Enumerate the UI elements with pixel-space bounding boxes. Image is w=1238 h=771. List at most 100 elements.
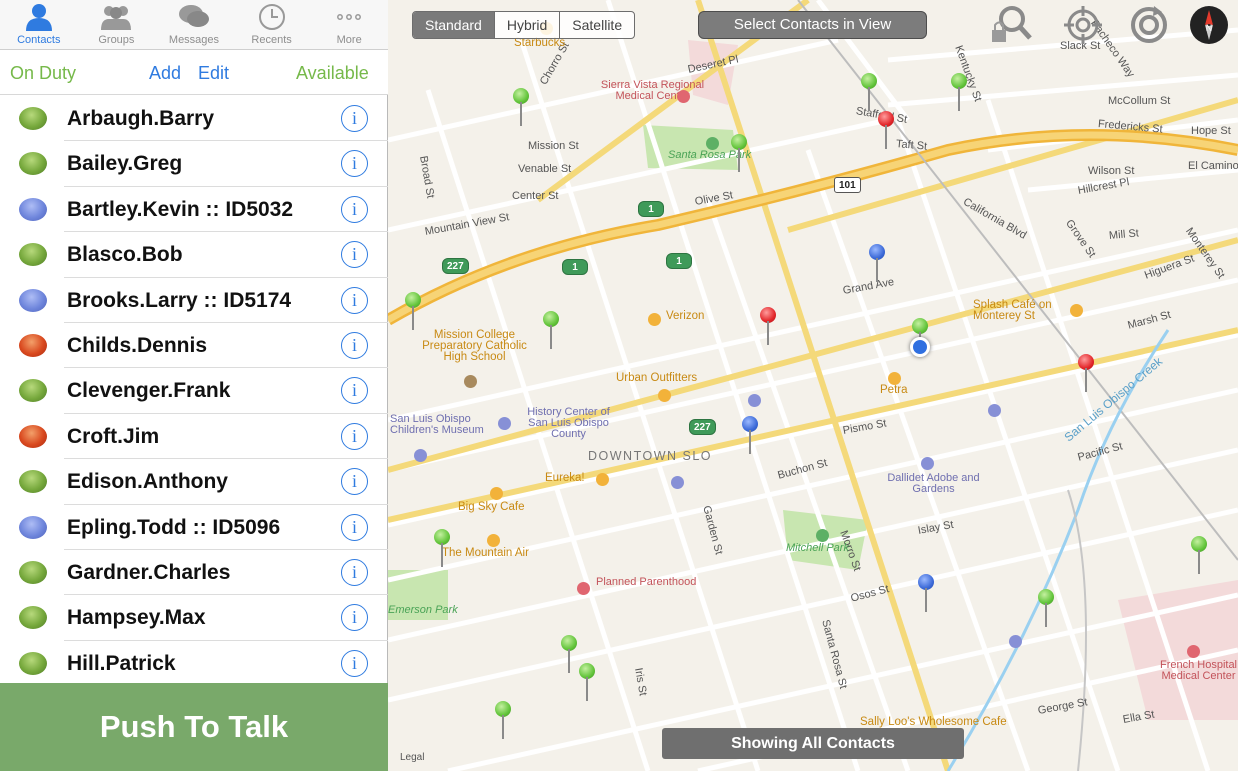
poi-marker-icon[interactable]: [677, 90, 690, 103]
contact-row[interactable]: Gardner.Charles i: [0, 550, 388, 596]
contact-pin-blue[interactable]: [918, 574, 934, 614]
poi-label[interactable]: Mitchell Park: [786, 543, 849, 554]
poi-label[interactable]: History Center of San Luis Obispo County: [516, 407, 621, 440]
poi-marker-icon[interactable]: [490, 487, 503, 500]
info-icon[interactable]: i: [341, 377, 368, 405]
poi-marker-icon[interactable]: [487, 534, 500, 547]
poi-marker-icon[interactable]: [414, 449, 427, 462]
contact-row[interactable]: Clevenger.Frank i: [0, 368, 388, 415]
contact-pin-blue[interactable]: [869, 244, 885, 284]
poi-label[interactable]: Dallidet Adobe and Gardens: [881, 473, 986, 495]
poi-marker-icon[interactable]: [1009, 635, 1022, 648]
select-contacts-in-view-button[interactable]: Select Contacts in View: [698, 11, 927, 39]
poi-label[interactable]: The Mountain Air: [442, 547, 529, 559]
contact-row[interactable]: Epling.Todd :: ID5096 i: [0, 505, 388, 551]
poi-label[interactable]: French Hospital Medical Center: [1146, 660, 1238, 682]
poi-marker-icon[interactable]: [498, 417, 511, 430]
poi-label[interactable]: Starbucks: [514, 37, 565, 49]
compass-icon[interactable]: N: [1187, 4, 1231, 46]
contact-pin-green[interactable]: [1038, 589, 1054, 629]
info-icon[interactable]: i: [341, 558, 368, 586]
on-duty-filter[interactable]: On Duty: [10, 63, 76, 84]
map-view[interactable]: Chorro St Deseret Pl Mission St Venable St C…: [388, 0, 1238, 771]
add-button[interactable]: Add: [149, 63, 181, 84]
legal-link[interactable]: Legal: [400, 752, 424, 763]
poi-marker-icon[interactable]: [748, 394, 761, 407]
poi-marker-icon[interactable]: [577, 582, 590, 595]
tab-groups[interactable]: Groups: [78, 0, 156, 49]
tab-contacts[interactable]: Contacts: [0, 0, 78, 49]
poi-label[interactable]: Sally Loo's Wholesome Cafe: [860, 716, 1007, 728]
contact-pin-green[interactable]: [513, 88, 529, 128]
contact-pin-green[interactable]: [731, 134, 747, 174]
contact-pin-green[interactable]: [579, 663, 595, 703]
tab-messages[interactable]: Messages: [155, 0, 233, 49]
info-icon[interactable]: i: [341, 649, 368, 677]
info-icon[interactable]: i: [341, 468, 368, 496]
lock-search-icon[interactable]: [988, 4, 1034, 46]
contact-row[interactable]: Blasco.Bob i: [0, 232, 388, 278]
info-icon[interactable]: i: [341, 150, 368, 178]
contact-row[interactable]: Bartley.Kevin :: ID5032 i: [0, 187, 388, 233]
contact-pin-green[interactable]: [543, 311, 559, 351]
info-icon[interactable]: i: [341, 105, 368, 132]
contact-row[interactable]: Brooks.Larry :: ID5174 i: [0, 278, 388, 324]
poi-marker-icon[interactable]: [1187, 645, 1200, 658]
poi-marker-icon[interactable]: [888, 372, 901, 385]
poi-label[interactable]: Eureka!: [545, 472, 585, 484]
contact-pin-red[interactable]: [760, 307, 776, 347]
poi-marker-icon[interactable]: [596, 473, 609, 486]
poi-label[interactable]: Urban Outfitters: [616, 372, 697, 384]
contact-row[interactable]: Hampsey.Max i: [0, 595, 388, 642]
contact-pin-green[interactable]: [434, 529, 450, 569]
tab-recents[interactable]: Recents: [233, 0, 311, 49]
poi-label[interactable]: Verizon: [666, 310, 704, 322]
contact-row[interactable]: Arbaugh.Barry i: [0, 96, 388, 142]
info-icon[interactable]: i: [341, 604, 368, 632]
refresh-icon[interactable]: [1126, 4, 1172, 46]
contact-pin-green[interactable]: [405, 292, 421, 332]
poi-label[interactable]: Planned Parenthood: [596, 577, 701, 588]
info-icon[interactable]: i: [341, 513, 368, 541]
contact-row[interactable]: Croft.Jim i: [0, 414, 388, 460]
contact-row[interactable]: Hill.Patrick i: [0, 641, 388, 683]
contact-pin-green[interactable]: [1191, 536, 1207, 576]
crosshair-icon[interactable]: [1060, 4, 1106, 46]
info-icon[interactable]: i: [341, 195, 368, 223]
push-to-talk-button[interactable]: Push To Talk: [0, 683, 388, 771]
poi-marker-icon[interactable]: [658, 389, 671, 402]
tab-more[interactable]: More: [310, 0, 388, 49]
poi-label[interactable]: Mission College Preparatory Catholic Hig…: [422, 329, 527, 363]
contact-pin-green[interactable]: [561, 635, 577, 675]
contact-row[interactable]: Edison.Anthony i: [0, 459, 388, 505]
contact-pin-green[interactable]: [861, 73, 877, 113]
poi-label[interactable]: San Luis Obispo Children's Museum: [390, 414, 495, 436]
poi-label[interactable]: Emerson Park: [388, 605, 458, 616]
poi-marker-icon[interactable]: [816, 529, 829, 542]
poi-label[interactable]: Big Sky Cafe: [458, 501, 524, 513]
poi-marker-icon[interactable]: [1070, 304, 1083, 317]
contact-pin-red[interactable]: [878, 111, 894, 151]
map-mode-hybrid[interactable]: Hybrid: [495, 12, 561, 38]
contact-pin-red[interactable]: [1078, 354, 1094, 394]
poi-marker-icon[interactable]: [671, 476, 684, 489]
poi-label[interactable]: Splash Café on Monterey St: [973, 299, 1078, 322]
contact-row[interactable]: Bailey.Greg i: [0, 141, 388, 188]
poi-marker-icon[interactable]: [648, 313, 661, 326]
poi-marker-icon[interactable]: [464, 375, 477, 388]
info-icon[interactable]: i: [341, 241, 368, 269]
map-mode-satellite[interactable]: Satellite: [560, 12, 634, 38]
info-icon[interactable]: i: [341, 422, 368, 450]
info-icon[interactable]: i: [341, 331, 368, 359]
current-location-icon[interactable]: [910, 337, 930, 357]
available-filter[interactable]: Available: [296, 63, 369, 84]
contact-pin-blue[interactable]: [742, 416, 758, 456]
poi-marker-icon[interactable]: [706, 137, 719, 150]
edit-button[interactable]: Edit: [198, 63, 229, 84]
contact-pin-green[interactable]: [951, 73, 967, 113]
poi-marker-icon[interactable]: [921, 457, 934, 470]
poi-label[interactable]: Petra: [880, 384, 908, 396]
contact-row[interactable]: Childs.Dennis i: [0, 323, 388, 369]
info-icon[interactable]: i: [341, 286, 368, 314]
map-mode-standard[interactable]: Standard: [413, 12, 495, 38]
